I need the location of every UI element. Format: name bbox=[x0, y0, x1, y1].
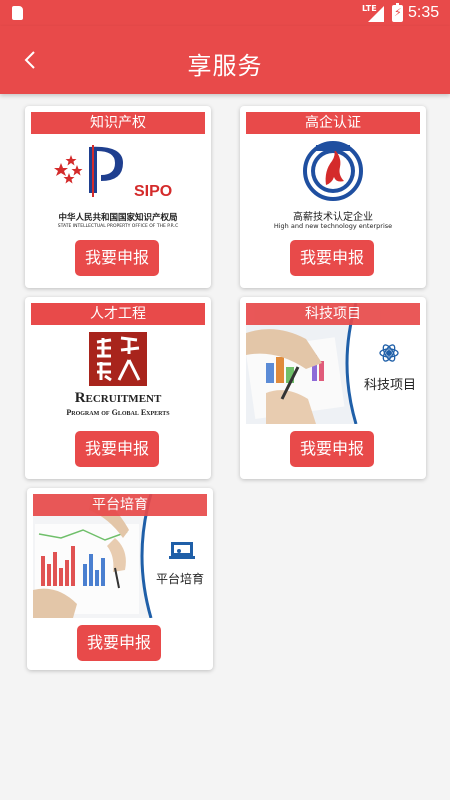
tech-project-caption: 科技项目 bbox=[363, 378, 416, 393]
sipo-logo-text: SIPO bbox=[134, 183, 173, 200]
card-title: 知识产权 bbox=[31, 112, 205, 134]
apply-button[interactable]: 我要申报 bbox=[290, 240, 374, 276]
recruitment-subtitle: Program of Global Experts bbox=[66, 408, 170, 417]
charging-icon: ⚡ bbox=[394, 6, 402, 19]
service-card-tech-project[interactable]: 科技项目 科技项目 科技项目 我要申报 bbox=[240, 297, 426, 479]
recruitment-logo-image: Recruitment Program of Global Experts bbox=[31, 326, 205, 424]
service-card-ip[interactable]: 知识产权 SIPO 中华人民共和国国家知识产权局 STATE INTELLECT… bbox=[25, 106, 211, 288]
clock: 5:35 bbox=[408, 4, 440, 21]
sd-card-icon bbox=[12, 6, 23, 20]
apply-button[interactable]: 我要申报 bbox=[290, 431, 374, 467]
signal-icon bbox=[368, 6, 384, 22]
recruitment-title: Recruitment bbox=[74, 390, 162, 406]
card-title-overlay: 平台培育 bbox=[33, 494, 207, 516]
apply-button[interactable]: 我要申报 bbox=[75, 431, 159, 467]
card-title: 高企认证 bbox=[246, 112, 420, 134]
card-title: 人才工程 bbox=[31, 303, 205, 325]
platform-caption: 平台培育 bbox=[155, 572, 204, 586]
service-card-platform[interactable]: 平台培育 平台培育 平台培育 bbox=[27, 488, 213, 670]
sipo-logo-image: SIPO 中华人民共和国国家知识产权局 STATE INTELLECTUAL P… bbox=[31, 135, 205, 233]
page-title: 享服务 bbox=[187, 52, 263, 80]
hightech-logo-image: 高薪技术认定企业 High and new technology enterpr… bbox=[246, 135, 420, 233]
hightech-caption-en: High and new technology enterprise bbox=[273, 222, 393, 230]
hightech-caption-cn: 高薪技术认定企业 bbox=[293, 212, 373, 223]
app-bar: 享服务 bbox=[0, 26, 450, 94]
service-card-hightech[interactable]: 高企认证 高薪技术认定企业 High and new technology en… bbox=[240, 106, 426, 288]
apply-button[interactable]: 我要申报 bbox=[77, 625, 161, 661]
sipo-caption-en: STATE INTELLECTUAL PROPERTY OFFICE OF TH… bbox=[57, 224, 179, 229]
sipo-caption-cn: 中华人民共和国国家知识产权局 bbox=[58, 213, 178, 223]
service-card-talent[interactable]: 人才工程 Recruitment Program of Global Exper… bbox=[25, 297, 211, 479]
apply-button[interactable]: 我要申报 bbox=[75, 240, 159, 276]
status-bar: LTE ⚡ 5:35 bbox=[0, 0, 450, 26]
card-title-overlay: 科技项目 bbox=[246, 303, 420, 325]
